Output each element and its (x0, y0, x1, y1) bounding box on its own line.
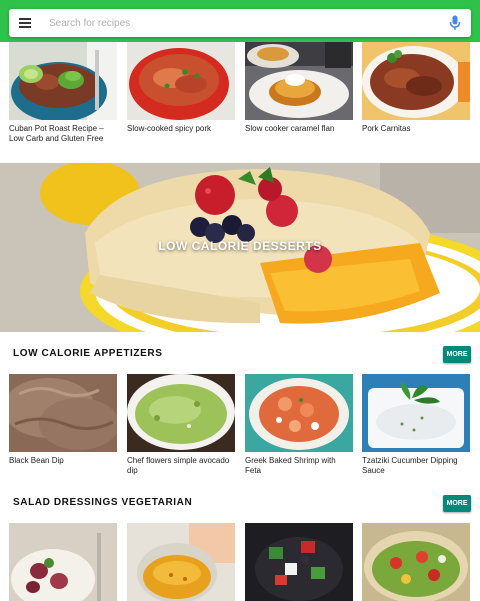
recipe-title[interactable]: Chef flowers simple avocado dip (127, 456, 235, 476)
recipe-card[interactable] (362, 523, 470, 601)
more-button[interactable]: MORE (443, 495, 471, 512)
recipe-card[interactable]: Slow-cooked spicy pork (127, 42, 235, 134)
recipe-title[interactable]: Greek Baked Shrimp with Feta (245, 456, 353, 476)
recipe-card[interactable]: Cuban Pot Roast Recipe – Low Carb and Gl… (9, 42, 117, 144)
category-banner[interactable]: LOW CALORIE DESSERTS (0, 163, 480, 332)
recipe-image-spicy-pork[interactable] (127, 42, 235, 120)
recipe-image-greek-salad[interactable] (245, 523, 353, 601)
recipe-title[interactable]: Slow-cooked spicy pork (127, 124, 235, 134)
more-button[interactable]: MORE (443, 346, 471, 363)
banner-title[interactable]: LOW CALORIE DESSERTS (0, 239, 480, 253)
search-bar[interactable] (9, 9, 471, 37)
recipe-card[interactable]: Greek Baked Shrimp with Feta (245, 374, 353, 476)
microphone-icon[interactable] (445, 13, 465, 33)
recipe-image-chopped-salad[interactable] (362, 523, 470, 601)
recipe-title[interactable]: Tzatziki Cucumber Dipping Sauce (362, 456, 470, 476)
recipe-card[interactable]: Black Bean Dip (9, 374, 117, 466)
recipe-title[interactable]: Black Bean Dip (9, 456, 117, 466)
recipe-image-tzatziki[interactable] (362, 374, 470, 452)
section-title: SALAD DRESSINGS VEGETARIAN (13, 497, 193, 508)
recipe-image-fig-salad[interactable] (9, 523, 117, 601)
top-bar (0, 0, 480, 42)
recipe-card[interactable] (9, 523, 117, 601)
recipe-image-citrus-dressing[interactable] (127, 523, 235, 601)
recipe-image-pork-carnitas[interactable] (362, 42, 470, 120)
recipe-title[interactable]: Cuban Pot Roast Recipe – Low Carb and Gl… (9, 124, 117, 144)
section-title: LOW CALORIE APPETIZERS (13, 348, 163, 359)
recipe-card[interactable]: Slow cooker caramel flan (245, 42, 353, 134)
recipe-card[interactable] (245, 523, 353, 601)
recipe-image-greek-shrimp[interactable] (245, 374, 353, 452)
recipe-image-caramel-flan[interactable] (245, 42, 353, 120)
recipe-card[interactable] (127, 523, 235, 601)
menu-icon[interactable] (19, 18, 33, 28)
recipe-card[interactable]: Pork Carnitas (362, 42, 470, 134)
recipe-image-pot-roast[interactable] (9, 42, 117, 120)
recipe-card[interactable]: Chef flowers simple avocado dip (127, 374, 235, 476)
recipe-card[interactable]: Tzatziki Cucumber Dipping Sauce (362, 374, 470, 476)
recipe-title[interactable]: Pork Carnitas (362, 124, 470, 134)
search-input[interactable] (47, 16, 445, 30)
recipe-image-avocado-dip[interactable] (127, 374, 235, 452)
recipe-image-black-bean-dip[interactable] (9, 374, 117, 452)
recipe-title[interactable]: Slow cooker caramel flan (245, 124, 353, 134)
